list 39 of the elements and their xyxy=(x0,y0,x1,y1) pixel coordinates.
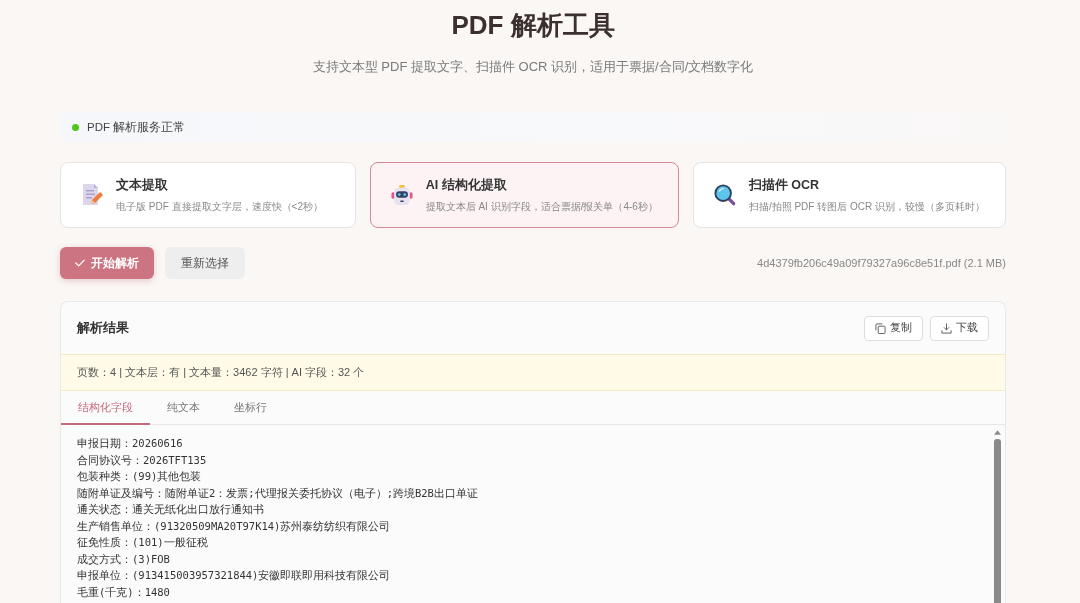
mode-description: 扫描/拍照 PDF 转图后 OCR 识别，较慢（多页耗时） xyxy=(748,199,985,214)
field-line: 成交方式：(3)FOB xyxy=(77,551,170,567)
mode-card[interactable]: 文本提取 电子版 PDF 直接提取文字层，速度快（<2秒） xyxy=(60,162,356,228)
mode-title: 扫描件 OCR xyxy=(748,176,820,194)
mode-description: 电子版 PDF 直接提取文字层，速度快（<2秒） xyxy=(116,199,323,214)
result-tab[interactable]: 结构化字段 xyxy=(61,391,150,425)
document-pencil-icon xyxy=(81,183,103,207)
field-line: 申报单位：(913415003957321844)安徽即联即用科技有限公司 xyxy=(77,568,391,583)
field-line: 生产销售单位：(91320509MA20T97K14)苏州泰纺纺织有限公司 xyxy=(77,518,391,534)
mode-title: 文本提取 xyxy=(116,176,168,194)
copy-icon xyxy=(875,322,886,334)
page-title: PDF 解析工具 xyxy=(451,10,615,40)
download-icon xyxy=(941,322,952,334)
caret-up-icon[interactable] xyxy=(993,430,1001,435)
status-text: PDF 解析服务正常 xyxy=(87,119,186,135)
download-button[interactable]: 下载 xyxy=(930,315,989,341)
mode-card[interactable]: AI 结构化提取 提取文本后 AI 识别字段，适合票据/报关单（4-6秒） xyxy=(369,162,679,228)
magnifying-glass-icon xyxy=(713,183,736,207)
field-line: 随附单证及编号：随附单证2：发票;代理报关委托协议（电子）;跨境B2B出口单证 xyxy=(77,485,478,501)
result-tab[interactable]: 坐标行 xyxy=(217,391,284,425)
field-line: 合同协议号：2026TFT135 xyxy=(77,452,207,468)
mode-title: AI 结构化提取 xyxy=(425,176,507,194)
mode-card[interactable]: 扫描件 OCR 扫描/拍照 PDF 转图后 OCR 识别，较慢（多页耗时） xyxy=(692,162,1006,228)
field-line: 征免性质：(101)一般征税 xyxy=(77,535,208,550)
scrollbar-thumb[interactable] xyxy=(993,439,1001,603)
robot-icon xyxy=(390,183,413,207)
field-line: 通关状态：通关无纸化出口放行通知书 xyxy=(77,502,264,517)
field-line: 申报日期：20260616 xyxy=(77,436,183,451)
result-tab[interactable]: 纯文本 xyxy=(150,391,217,425)
copy-button[interactable]: 复制 xyxy=(864,315,923,341)
file-name: 4d4379fb206c49a09f79327a96c8e51f.pdf (2.1 MB) xyxy=(757,257,1006,269)
mode-description: 提取文本后 AI 识别字段，适合票据/报关单（4-6秒） xyxy=(425,199,658,214)
panel-title: 解析结果 xyxy=(77,319,129,337)
summary-text: 页数：4 | 文本层：有 | 文本量：3462 字符 | AI 字段：32 个 xyxy=(77,365,365,380)
field-line: 包装种类：(99)其他包装 xyxy=(77,469,202,484)
page-subtitle: 支持文本型 PDF 提取文字、扫描件 OCR 识别，适用于票据/合同/文档数字化 xyxy=(312,58,754,76)
reselect-button[interactable]: 重新选择 xyxy=(165,247,245,279)
field-line: 毛重(千克)：1480 xyxy=(77,584,170,600)
check-icon xyxy=(75,259,85,267)
